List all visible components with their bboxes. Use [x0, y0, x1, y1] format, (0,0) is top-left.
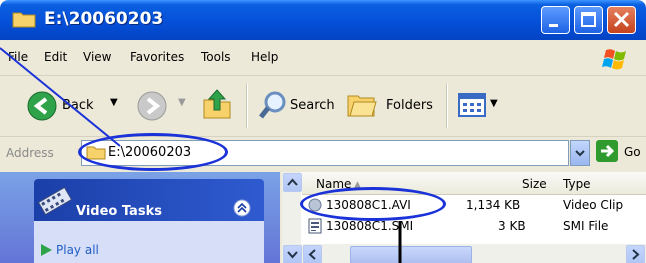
explorer-window: E:\20060203 File Edit View Favorites Too…	[0, 0, 646, 263]
annotation-pointer-lines	[0, 47, 402, 263]
